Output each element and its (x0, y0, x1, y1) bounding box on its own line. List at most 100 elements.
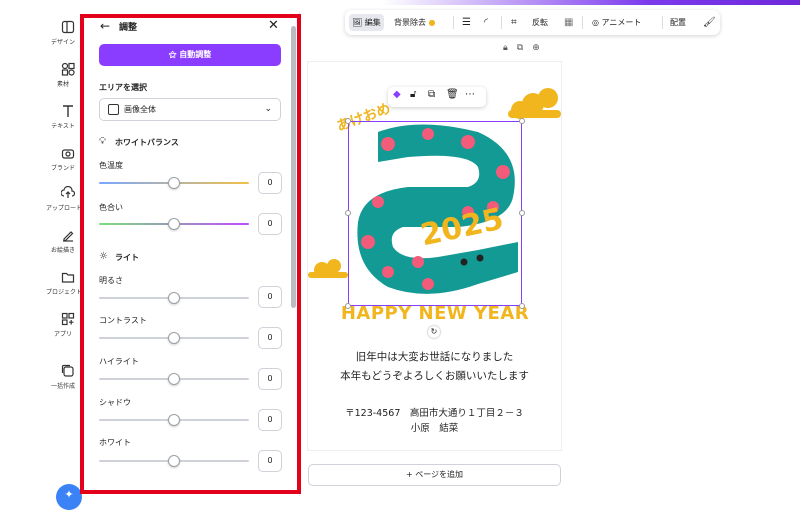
divider (662, 16, 663, 29)
duplicate-page-icon[interactable]: ⧉ (517, 43, 532, 53)
back-arrow-icon[interactable]: ← (100, 19, 110, 33)
divider (453, 16, 454, 29)
slider-knob[interactable] (168, 177, 180, 189)
highlight-slider[interactable] (99, 373, 249, 385)
sender-block: 〒123-4567 高田市大通り１丁目２－３ 小原 結菜 (308, 406, 561, 436)
resize-handle[interactable] (345, 118, 351, 124)
contrast-value[interactable]: 0 (258, 327, 282, 349)
elements-icon (61, 62, 75, 76)
page-controls: 🔒︎⧉⊕ (503, 43, 549, 53)
rail-label: 一括作成 (50, 383, 75, 390)
panel-header: ← 調整 ✕ (86, 18, 296, 36)
auto-adjust-label: 自動調整 (179, 50, 212, 59)
auto-adjust-button[interactable]: ⚝ 自動調整 (99, 44, 281, 66)
rail-label: テキスト (51, 123, 75, 130)
arrange-button[interactable]: 配置 (667, 14, 689, 31)
slider-knob[interactable] (168, 373, 180, 385)
edit-label: 編集 (364, 18, 381, 27)
greeting-line: 本年もどうぞよろしくお願いいたします (340, 370, 529, 382)
panel-scrollbar[interactable] (291, 26, 296, 308)
highlight-value[interactable]: 0 (258, 368, 282, 390)
white-slider[interactable] (99, 455, 249, 467)
greeting-line: 旧年中は大変お世話になりました (355, 351, 514, 363)
sun-icon: ☼ (99, 251, 108, 262)
selection-toolbar: ◆ 🔓︎ ⧉ 🗑︎ ⋯ (388, 87, 486, 107)
rail-item-draw[interactable]: お絵描き (46, 228, 90, 254)
animate-icon: ◎ (592, 18, 602, 27)
cloud-ornament-left (308, 259, 348, 278)
slider-knob[interactable] (168, 292, 180, 304)
close-icon[interactable]: ✕ (268, 18, 279, 33)
color-temp-label: 色温度 (99, 161, 123, 170)
rotate-handle-icon[interactable]: ↻ (428, 326, 440, 338)
rail-item-projects[interactable]: プロジェクト (46, 270, 90, 296)
resize-handle[interactable] (519, 210, 525, 216)
bg-remove-button[interactable]: 背景除去 ● (391, 14, 439, 31)
text-icon (63, 105, 73, 117)
color-temp-slider[interactable] (99, 177, 249, 189)
resize-handle[interactable] (519, 118, 525, 124)
rail-label: ブランド (50, 165, 75, 172)
lock-icon[interactable]: 🔒︎ (503, 43, 517, 53)
bulk-create-icon (61, 364, 74, 377)
sender-name: 小原 結菜 (410, 423, 459, 434)
crown-icon: ● (428, 18, 436, 27)
image-icon (108, 104, 119, 115)
lightbulb-icon: 💡︎ (99, 136, 106, 147)
slider-knob[interactable] (168, 332, 180, 344)
more-icon[interactable]: ⋯ (465, 89, 475, 100)
rail-item-elements[interactable]: 素材 (46, 62, 90, 88)
duplicate-icon[interactable]: ⧉ (428, 89, 435, 100)
header-accent-bar (40, 0, 800, 5)
transparency-icon[interactable]: ▦ (561, 14, 576, 31)
trash-icon[interactable]: 🗑︎ (446, 89, 459, 100)
crop-icon[interactable]: ⌗ (508, 14, 520, 31)
sparkle-icon: ✦ (64, 488, 74, 501)
slider-knob[interactable] (168, 218, 180, 230)
shadow-slider[interactable] (99, 414, 249, 426)
divider (582, 16, 583, 29)
brightness-slider[interactable] (99, 292, 249, 304)
flip-button[interactable]: 反転 (529, 14, 551, 31)
happy-new-year-text: HAPPY NEW YEAR (340, 303, 530, 324)
resize-handle[interactable] (519, 303, 525, 309)
contrast-slider[interactable] (99, 332, 249, 344)
tint-value[interactable]: 0 (258, 213, 282, 235)
brightness-value[interactable]: 0 (258, 286, 282, 308)
area-select-label: エリアを選択 (99, 83, 147, 92)
rail-item-text[interactable]: テキスト (46, 104, 90, 130)
rail-item-apps[interactable]: アプリ (46, 312, 90, 338)
slider-knob[interactable] (168, 414, 180, 426)
bg-remove-label: 背景除去 (394, 18, 426, 27)
rail-item-bulk-create[interactable]: 一括作成 (46, 364, 90, 390)
white-value[interactable]: 0 (258, 450, 282, 472)
magic-edit-icon[interactable]: ◆ (393, 89, 401, 100)
shadow-value[interactable]: 0 (258, 409, 282, 431)
add-page-icon[interactable]: ⊕ (532, 43, 549, 53)
color-temp-value[interactable]: 0 (258, 172, 282, 194)
area-select-dropdown[interactable]: 画像全体 ⌄ (99, 98, 281, 121)
selection-box[interactable] (345, 118, 525, 309)
folder-icon (61, 272, 75, 283)
magic-assistant-button[interactable]: ✦ (56, 484, 82, 510)
rail-item-upload[interactable]: アップロード (46, 186, 90, 212)
rail-label: デザイン (50, 39, 75, 46)
rail-label: アプリ (53, 331, 72, 338)
corner-rounding-icon[interactable]: ◜ (481, 14, 491, 31)
animate-button[interactable]: ◎ アニメート (589, 14, 644, 31)
white-label: ホワイト (99, 438, 131, 447)
lock-icon[interactable]: 🔓︎ (410, 89, 416, 100)
paint-roller-icon[interactable]: 🖌︎ (700, 14, 719, 31)
rail-label: お絵描き (50, 247, 75, 254)
tint-slider[interactable] (99, 218, 249, 230)
adjust-panel: ← 調整 ✕ ⚝ 自動調整 エリアを選択 画像全体 ⌄ 💡︎ ホワイトバランス … (86, 12, 300, 496)
add-page-button[interactable]: + ページを追加 (308, 464, 561, 486)
rail-item-brand[interactable]: ブランド (46, 146, 90, 172)
border-style-icon[interactable]: ☰ (459, 14, 474, 31)
resize-handle[interactable] (345, 303, 351, 309)
rail-item-design[interactable]: デザイン (46, 20, 90, 46)
resize-handle[interactable] (345, 210, 351, 216)
rail-label: 素材 (56, 81, 69, 88)
slider-knob[interactable] (168, 455, 180, 467)
edit-button[interactable]: 🖼︎ 編集 (349, 14, 384, 31)
